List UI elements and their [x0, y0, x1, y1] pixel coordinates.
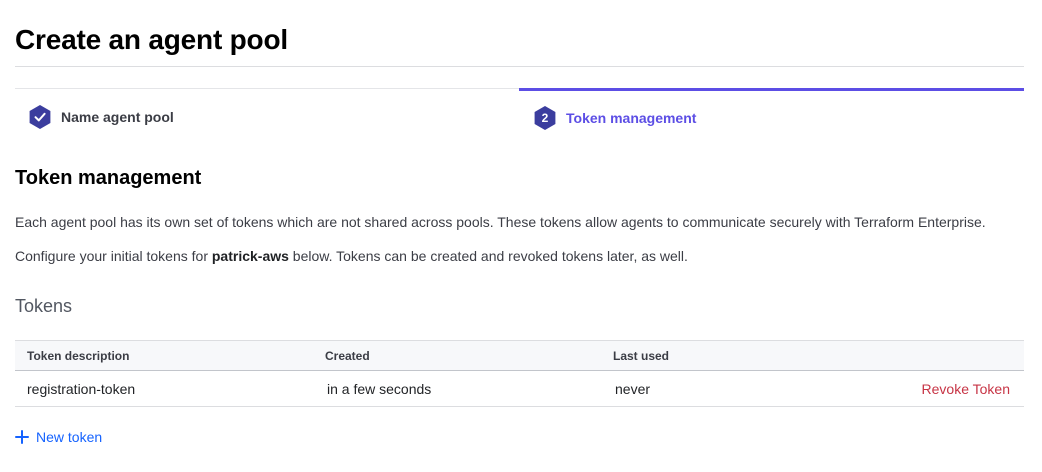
config-prefix: Configure your initial tokens for: [15, 248, 212, 264]
step-label: Token management: [566, 109, 697, 126]
table-header: Token description Created Last used: [15, 340, 1024, 371]
revoke-token-button[interactable]: Revoke Token: [922, 381, 1010, 397]
tokens-heading: Tokens: [15, 296, 73, 316]
token-description: registration-token: [27, 381, 136, 397]
step-token-management[interactable]: 2 Token management: [519, 88, 1024, 144]
column-header-description: Token description: [27, 349, 130, 363]
token-last-used: never: [615, 381, 651, 397]
tokens-table: Token description Created Last used regi…: [15, 340, 1024, 407]
column-header-last-used: Last used: [613, 349, 670, 363]
new-token-label: New token: [36, 429, 103, 445]
wizard-steps: Name agent pool 2 Token management: [15, 88, 1024, 144]
step-number-badge: 2: [532, 105, 558, 131]
check-icon: [27, 104, 53, 130]
pool-name: patrick-aws: [211, 248, 289, 264]
config-suffix: below. Tokens can be created and revoked…: [288, 248, 688, 264]
description-text: Each agent pool has its own set of token…: [15, 214, 986, 230]
page-title: Create an agent pool: [15, 24, 288, 55]
title-divider: [15, 66, 1024, 67]
token-created: in a few seconds: [327, 381, 432, 397]
step-name-agent-pool[interactable]: Name agent pool: [15, 88, 519, 144]
column-header-created: Created: [325, 349, 370, 363]
step-number: 2: [541, 110, 549, 125]
plus-icon: [15, 430, 29, 444]
table-row: registration-token in a few seconds neve…: [15, 371, 1024, 407]
section-title: Token management: [15, 167, 202, 189]
config-text: Configure your initial tokens for patric…: [15, 248, 688, 264]
new-token-button[interactable]: New token: [15, 429, 102, 445]
step-label: Name agent pool: [61, 108, 174, 125]
